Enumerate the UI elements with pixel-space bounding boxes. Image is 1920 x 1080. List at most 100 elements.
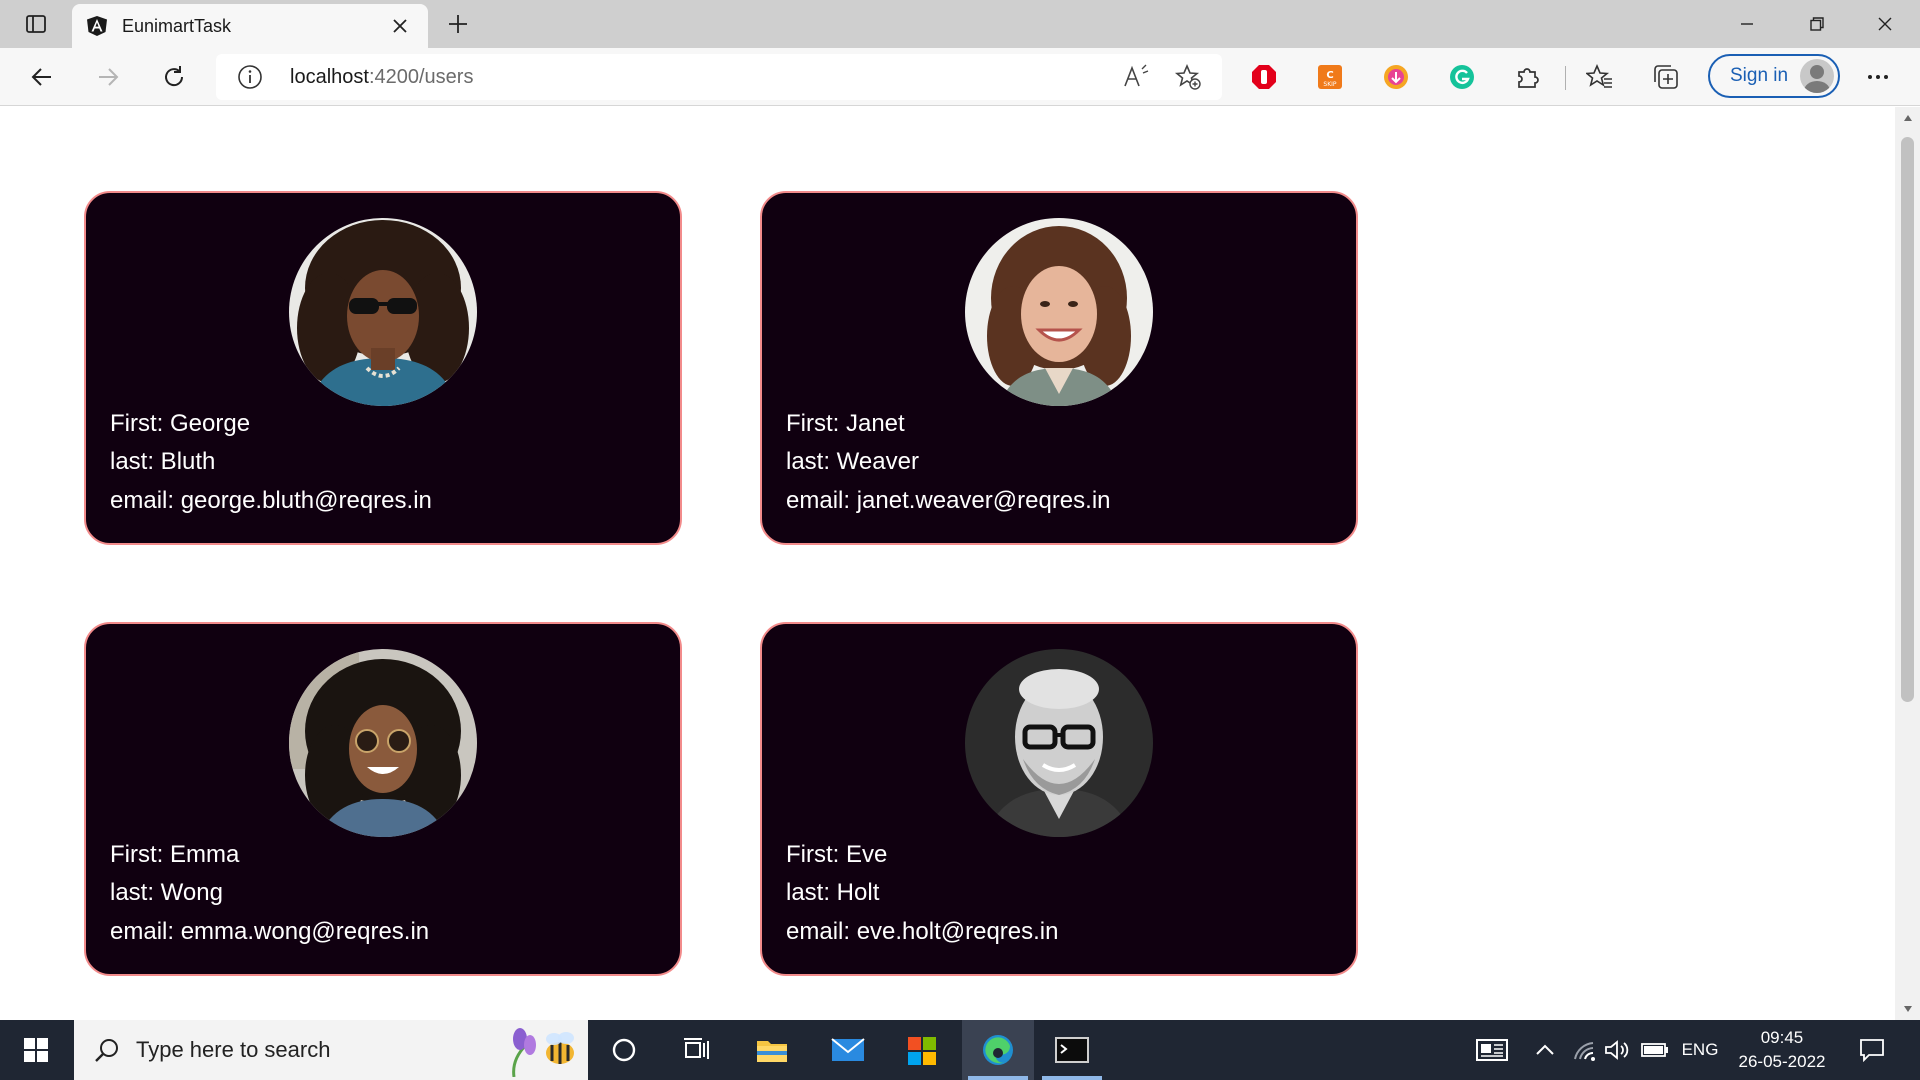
new-tab-button[interactable] <box>440 8 476 40</box>
adblock-extension-button[interactable] <box>1246 59 1282 95</box>
search-icon <box>95 1039 118 1062</box>
refresh-button[interactable] <box>154 57 194 97</box>
arrow-right-icon <box>99 68 119 86</box>
user-avatar <box>289 218 477 406</box>
browser-tab-active[interactable]: EunimartTask <box>72 4 428 48</box>
download-extension-button[interactable] <box>1378 59 1414 95</box>
tab-close-button[interactable] <box>386 12 414 40</box>
tab-actions-icon <box>26 15 46 33</box>
store-button[interactable] <box>886 1020 958 1080</box>
user-email: email: george.bluth@reqres.in <box>110 487 432 514</box>
browser-toolbar: localhost:4200/users C SKIP Sign in <box>0 48 1920 106</box>
add-favorite-button[interactable] <box>1172 61 1204 93</box>
mail-button[interactable] <box>812 1020 884 1080</box>
news-widget-button[interactable] <box>1468 1020 1516 1080</box>
windows-logo-icon <box>24 1038 48 1062</box>
read-aloud-button[interactable] <box>1120 61 1152 93</box>
user-first-name: First: Emma <box>110 841 240 868</box>
open-app-indicator <box>1042 1076 1102 1080</box>
site-info-button[interactable] <box>236 63 264 91</box>
restore-button[interactable] <box>1782 0 1852 48</box>
url-text[interactable]: localhost:4200/users <box>290 66 473 89</box>
wifi-icon <box>1574 1042 1595 1061</box>
sign-in-button[interactable]: Sign in <box>1708 54 1840 98</box>
user-email: email: eve.holt@reqres.in <box>786 918 1059 945</box>
user-email: email: janet.weaver@reqres.in <box>786 487 1111 514</box>
minimize-button[interactable] <box>1712 0 1782 48</box>
close-icon <box>1878 17 1892 31</box>
forward-button[interactable] <box>88 57 128 97</box>
avatar-george-image <box>289 218 477 406</box>
battery-button[interactable] <box>1638 1020 1672 1080</box>
user-card: First: Janet last: Weaver email: janet.w… <box>760 191 1358 545</box>
profile-avatar-icon <box>1800 59 1834 93</box>
cortana-button[interactable] <box>588 1020 660 1080</box>
language-button[interactable]: ENG <box>1680 1020 1720 1080</box>
notifications-button[interactable] <box>1852 1020 1892 1080</box>
search-highlight-bee-icon <box>512 1028 574 1077</box>
puzzle-icon <box>1518 68 1539 88</box>
minimize-icon <box>1741 23 1753 25</box>
mail-icon <box>831 1038 865 1061</box>
tab-actions-button[interactable] <box>14 10 58 38</box>
network-button[interactable] <box>1570 1020 1600 1080</box>
volume-button[interactable] <box>1602 1020 1632 1080</box>
taskbar-clock[interactable]: 09:45 26-05-2022 <box>1732 1026 1832 1074</box>
news-icon <box>1476 1039 1508 1061</box>
notification-icon <box>1860 1039 1884 1062</box>
extensions-button[interactable] <box>1510 59 1546 95</box>
user-first-name: First: Janet <box>786 410 905 437</box>
user-avatar <box>965 649 1153 837</box>
task-view-button[interactable] <box>660 1020 732 1080</box>
avatar-emma-image <box>289 649 477 837</box>
clock-time: 09:45 <box>1760 1028 1804 1047</box>
search-placeholder: Type here to search <box>136 1037 331 1062</box>
taskbar-search-box[interactable]: Type here to search <box>74 1020 588 1080</box>
window-close-button[interactable] <box>1850 0 1920 48</box>
back-button[interactable] <box>22 57 62 97</box>
close-icon <box>393 19 407 33</box>
scrollbar-thumb[interactable] <box>1901 137 1914 702</box>
start-button[interactable] <box>0 1020 72 1080</box>
user-avatar <box>289 649 477 837</box>
refresh-icon <box>165 66 184 87</box>
show-hidden-icons-button[interactable] <box>1530 1020 1560 1080</box>
url-host: localhost <box>290 66 369 88</box>
scroll-down-button[interactable] <box>1895 998 1920 1020</box>
windows-taskbar: Type here to search ENG 09:45 26-05-2022 <box>0 1020 1920 1080</box>
url-path: :4200/users <box>368 66 474 88</box>
toolbar-divider <box>1565 66 1566 90</box>
microsoft-store-icon <box>908 1037 936 1065</box>
page-scrollbar[interactable] <box>1895 107 1920 1020</box>
grammarly-extension-button[interactable] <box>1444 59 1480 95</box>
skip-icon: C SKIP <box>1318 65 1342 89</box>
grammarly-icon <box>1450 65 1474 89</box>
edge-browser-button[interactable] <box>962 1020 1034 1080</box>
sign-in-label: Sign in <box>1730 65 1789 86</box>
avatar-janet-image <box>965 218 1153 406</box>
arrow-left-icon <box>31 68 51 86</box>
download-circle-icon <box>1384 65 1408 89</box>
triangle-up-icon <box>1903 115 1912 121</box>
user-card: First: Eve last: Holt email: eve.holt@re… <box>760 622 1358 976</box>
user-avatar <box>965 218 1153 406</box>
edge-icon <box>983 1035 1013 1065</box>
terminal-button[interactable] <box>1036 1020 1108 1080</box>
file-explorer-button[interactable] <box>736 1020 808 1080</box>
address-bar[interactable]: localhost:4200/users <box>216 54 1222 100</box>
collections-button[interactable] <box>1648 59 1684 95</box>
avatar-eve-image <box>965 649 1153 837</box>
skip-extension-button[interactable]: C SKIP <box>1312 59 1348 95</box>
folder-icon <box>757 1041 787 1062</box>
favorites-star-icon <box>1586 63 1612 88</box>
battery-icon <box>1641 1043 1668 1057</box>
favorites-button[interactable] <box>1582 59 1618 95</box>
star-add-icon <box>1174 63 1201 90</box>
language-label: ENG <box>1681 1040 1719 1059</box>
scroll-up-button[interactable] <box>1895 107 1920 129</box>
triangle-down-icon <box>1903 1006 1912 1012</box>
chevron-up-icon <box>1536 1044 1554 1055</box>
user-email: email: emma.wong@reqres.in <box>110 918 430 945</box>
settings-more-button[interactable] <box>1858 57 1898 97</box>
task-view-icon <box>684 1038 709 1059</box>
